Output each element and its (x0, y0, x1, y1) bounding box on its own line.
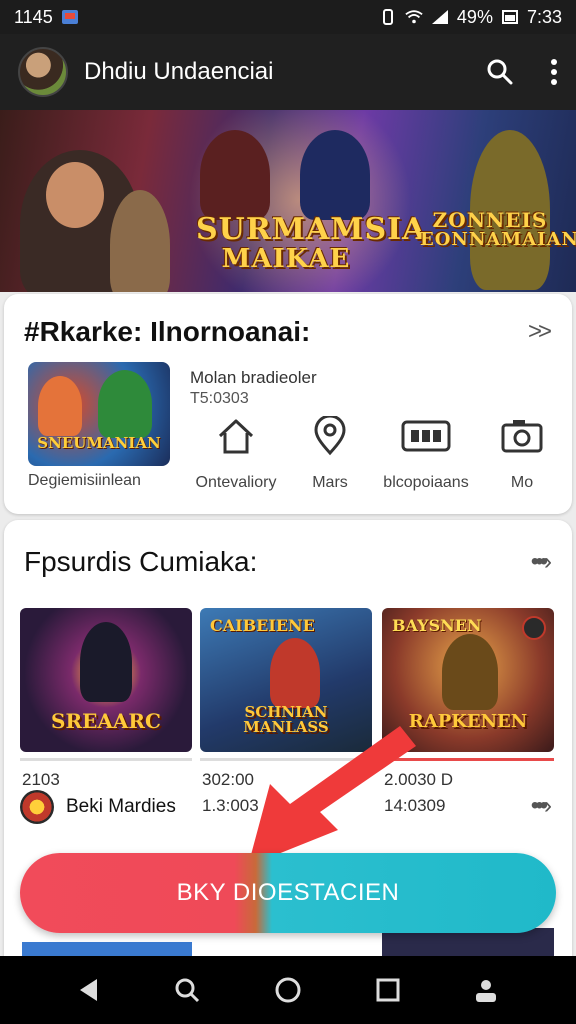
status-time-left: 1145 (14, 6, 53, 27)
hero-logo-left-line2: MAIKAE (221, 243, 351, 274)
ticket-icon (401, 420, 451, 452)
game-value: 2103 (22, 770, 60, 789)
game-logo: SREAARC (51, 709, 161, 733)
hero-character (300, 130, 370, 220)
notification-badge (522, 616, 546, 640)
featured-game-thumbnail[interactable]: SNEUMANIAN (28, 362, 170, 466)
app-bar: Dhdiu Undaenciai (0, 34, 576, 110)
hero-logo-left: SURMAMSIA MAIKAE (196, 212, 427, 274)
system-nav-bar (0, 956, 576, 1024)
hero-logo-right-line2: EONNAMAIAN (420, 229, 576, 250)
pointer-arrow-icon (248, 726, 416, 866)
developer-name[interactable]: Beki Mardies (66, 796, 176, 818)
game-top-logo: CAIBEIENE (210, 616, 315, 635)
game-progress-line (20, 758, 192, 761)
quick-link-label: Mo (510, 474, 534, 491)
game-character (270, 638, 320, 708)
featured-thumbnail-logo: SNEUMANIAN (37, 434, 161, 452)
quick-link[interactable]: Mars (280, 416, 380, 492)
more-horiz-chevron-icon[interactable]: •••› (531, 792, 552, 820)
game-character (442, 634, 498, 710)
featured-caption[interactable]: Degiemisiinlean (28, 472, 141, 490)
thumbnail-character (98, 370, 152, 438)
thumbnail-character (38, 376, 82, 436)
quick-link[interactable]: Mo (474, 416, 570, 492)
section-title: #Rkarke: Ilnornoanai: (24, 316, 311, 347)
vibrate-icon (382, 9, 393, 25)
recents-icon[interactable] (376, 978, 400, 1002)
hero-character (200, 130, 270, 220)
developer-badge-icon (20, 790, 54, 824)
more-vert-icon[interactable] (550, 58, 558, 86)
hero-banner[interactable]: SURMAMSIA MAIKAE ZONNEIS EONNAMAIAN (0, 110, 576, 292)
avatar[interactable] (18, 47, 68, 97)
hero-logo-left-line1: SURMAMSIA (196, 212, 427, 247)
game-character (80, 622, 132, 702)
status-bar: 1145 49% 7:33 (0, 0, 576, 34)
hero-logo-right-line1: ZONNEIS (432, 208, 548, 232)
search-icon[interactable] (486, 58, 514, 86)
featured-title[interactable]: Molan bradieoler (190, 368, 317, 388)
home-icon[interactable] (274, 976, 302, 1004)
camera-icon (501, 420, 543, 453)
status-time-right: 7:33 (526, 6, 562, 27)
back-icon[interactable] (77, 977, 101, 1003)
quick-link-label: Ontevaliory (195, 474, 277, 491)
primary-cta-button[interactable]: BKY DIOESTACIEN (20, 853, 556, 933)
gallery-notification-icon (61, 10, 78, 24)
battery-icon (501, 10, 518, 24)
hero-logo-right: ZONNEIS EONNAMAIAN (420, 208, 576, 250)
cta-label: BKY DIOESTACIEN (176, 879, 400, 906)
section-card-featured: #Rkarke: Ilnornoanai: >> SNEUMANIAN Degi… (4, 294, 572, 514)
hero-character (46, 162, 104, 228)
more-horiz-chevron-icon[interactable]: •••› (531, 548, 552, 576)
quick-link[interactable]: Ontevaliory (186, 416, 286, 492)
next-row-thumbnail (22, 942, 192, 956)
account-icon[interactable] (473, 977, 499, 1003)
game-card[interactable]: SREAARC (20, 608, 192, 752)
app-title: Dhdiu Undaenciai (84, 58, 274, 85)
signal-icon (431, 10, 448, 24)
section-title: Fpsurdis Cumiaka: (24, 546, 258, 577)
quick-link-label: Mars (312, 474, 348, 491)
wifi-icon (405, 10, 423, 24)
location-pin-icon (314, 416, 346, 456)
home-icon (218, 419, 254, 454)
hero-character (110, 190, 170, 292)
quick-link-label: blcopoiaans (383, 474, 469, 491)
double-chevron-right-icon[interactable]: >> (528, 318, 552, 346)
featured-subtitle: T5:0303 (190, 390, 249, 407)
quick-link[interactable]: blcopoiaans (376, 416, 476, 492)
game-top-logo: BAYSNEN (392, 616, 482, 635)
search-icon[interactable] (174, 977, 200, 1003)
battery-percent: 49% (456, 6, 493, 27)
